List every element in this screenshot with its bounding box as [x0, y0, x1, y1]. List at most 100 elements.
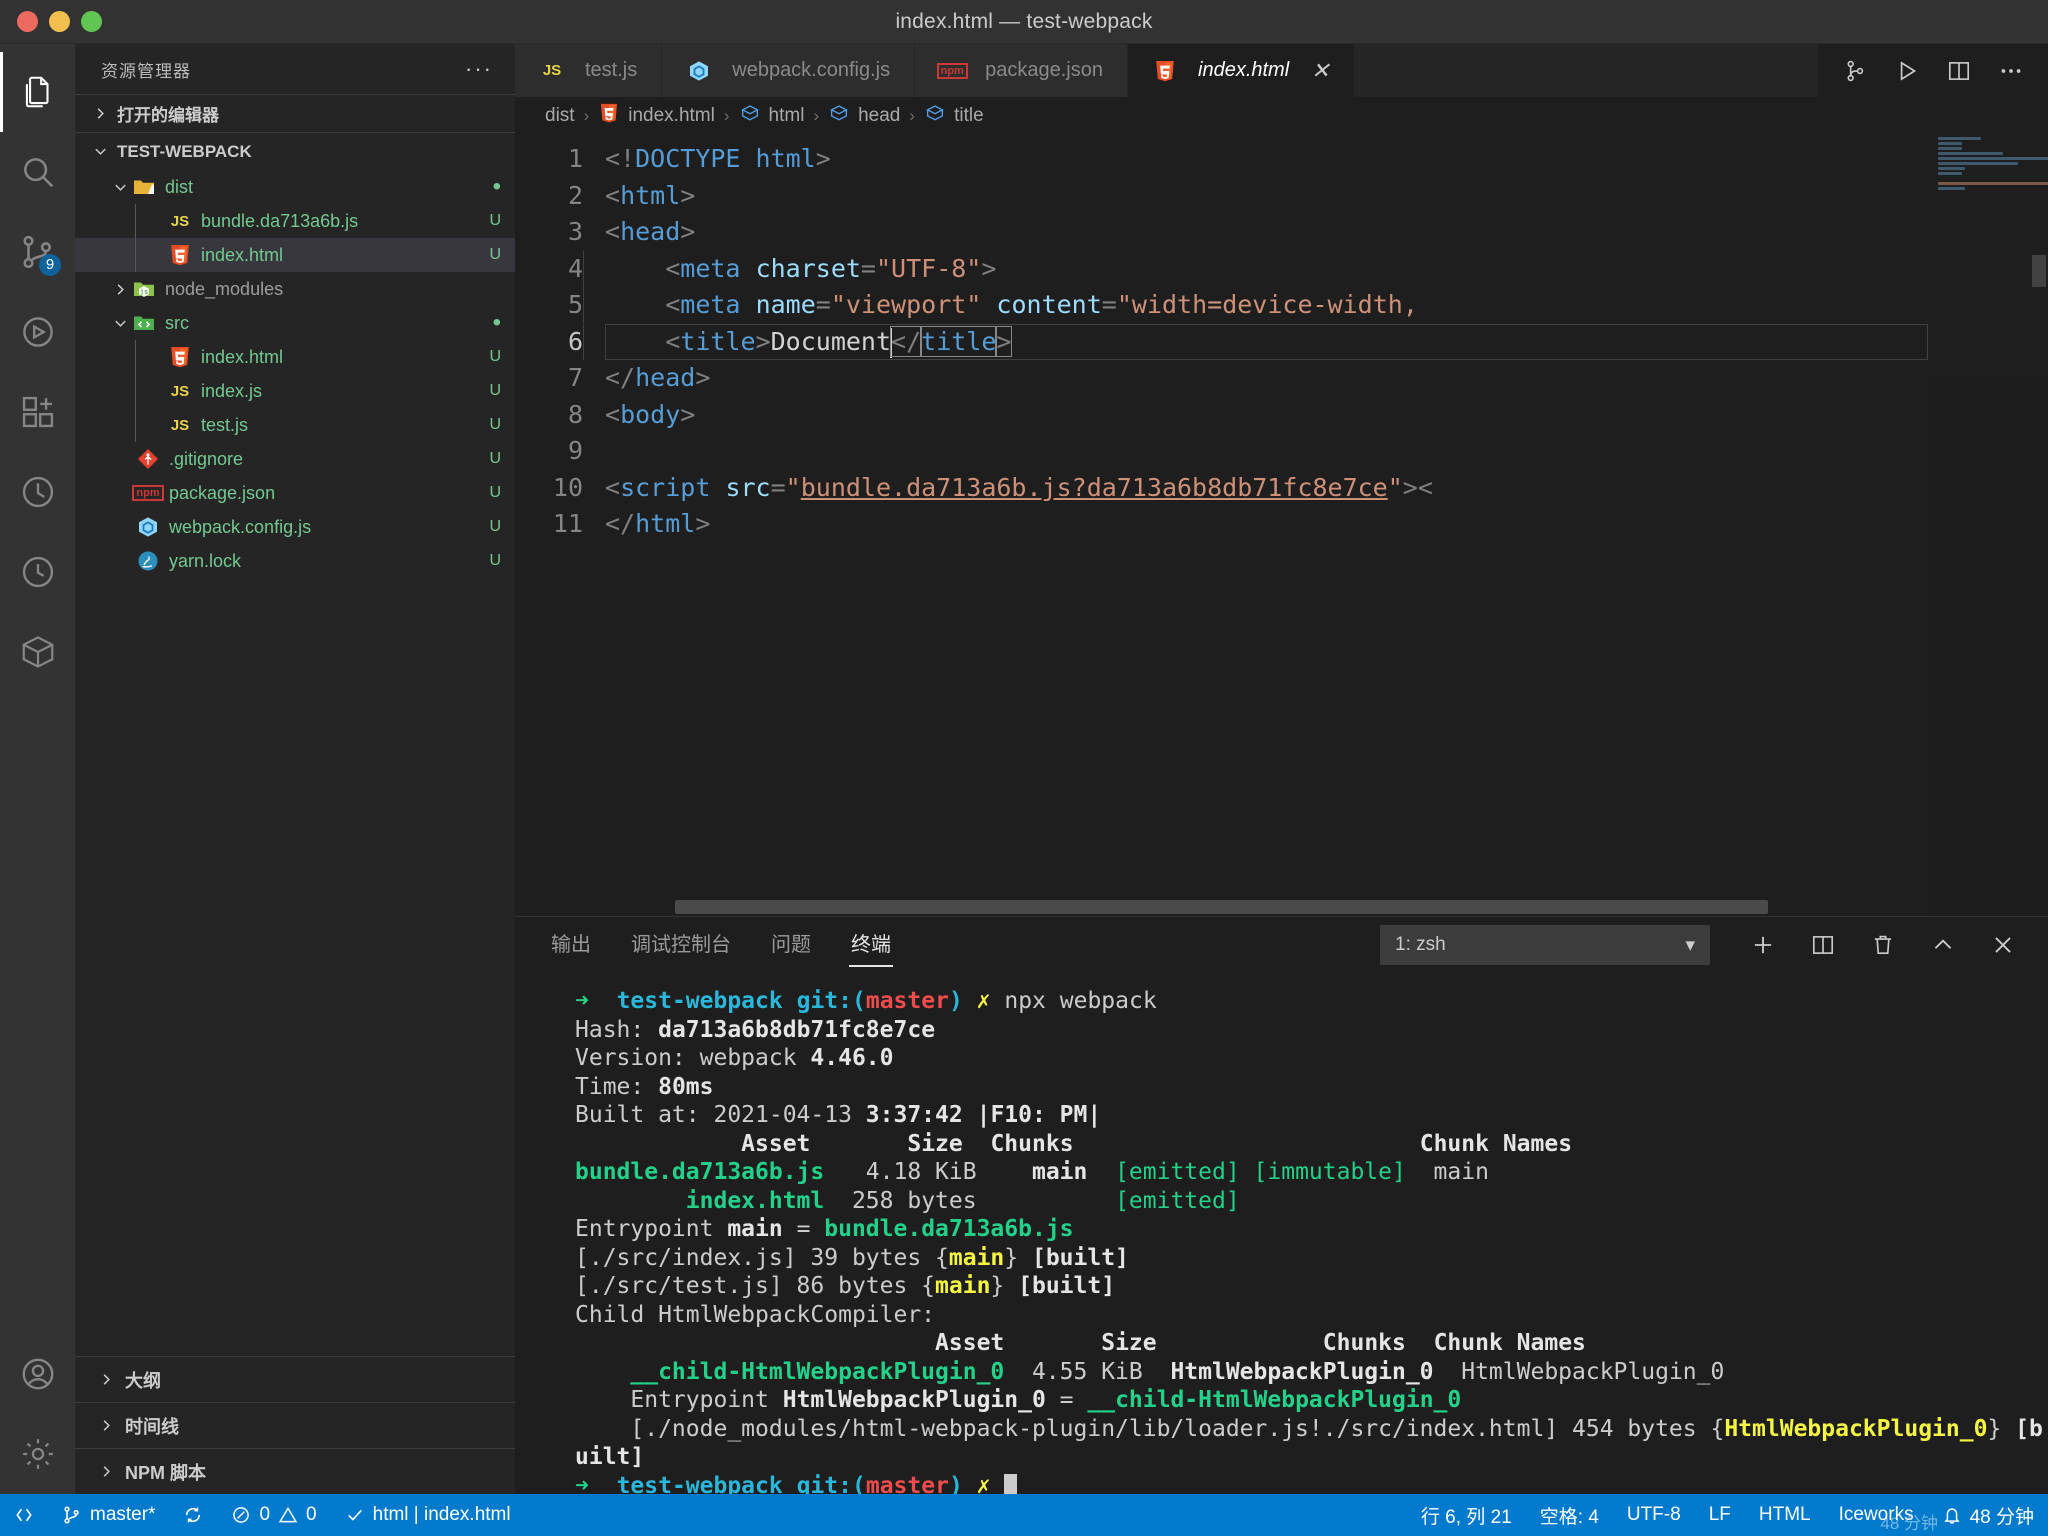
code-content[interactable]: 1 <!DOCTYPE html> 2 <html> 3 <head> 4 <meta ch… [515, 135, 1928, 543]
status-indentation[interactable]: 空格: 4 [1526, 1494, 1613, 1536]
tree-row-file-src-index-js[interactable]: JS index.js U [75, 374, 515, 408]
code-line[interactable]: 5 <meta name="viewport" content="width=d… [515, 287, 1928, 324]
tree-row-file-src-index-html[interactable]: index.html U [75, 340, 515, 374]
tab-webpack-config-js[interactable]: webpack.config.js [662, 44, 916, 97]
code-line[interactable]: 2 <html> [515, 178, 1928, 215]
status-language-mode[interactable]: HTML [1745, 1494, 1825, 1536]
breadcrumb-item-head[interactable]: head [828, 102, 900, 130]
activity-item-source-control[interactable]: 9 [0, 212, 75, 292]
run-play-icon[interactable] [1894, 58, 1920, 84]
status-notifications[interactable]: 48 分钟 [1928, 1494, 2048, 1536]
code-editor[interactable]: 1 <!DOCTYPE html> 2 <html> 3 <head> 4 <meta ch… [515, 135, 2048, 916]
activity-item-explorer[interactable] [0, 52, 75, 132]
status-eol[interactable]: LF [1695, 1494, 1745, 1536]
breadcrumb-item-dist[interactable]: dist [545, 105, 575, 127]
tree-row-file-webpack-config-js[interactable]: webpack.config.js U [75, 510, 515, 544]
section-open-editors[interactable]: 打开的编辑器 [75, 94, 515, 132]
panel-tab-output[interactable]: 输出 [549, 924, 593, 967]
code-line[interactable]: 8 <body> [515, 397, 1928, 434]
status-branch[interactable]: master* [48, 1494, 169, 1536]
terminal-selector[interactable]: 1: zsh ▾ [1380, 925, 1710, 965]
activity-item-run-and-debug[interactable] [0, 292, 75, 372]
activity-item-accounts[interactable] [0, 1334, 75, 1414]
editor-actions[interactable] [1818, 44, 2048, 97]
code-line-text[interactable]: <meta charset="UTF-8"> [583, 250, 996, 288]
activity-item-extensions[interactable] [0, 372, 75, 452]
tab-test-js[interactable]: JS test.js [515, 44, 663, 97]
status-cursor-position[interactable]: 行 6, 列 21 [1407, 1494, 1526, 1536]
code-line[interactable]: 11 </html> [515, 506, 1928, 543]
tree-row-file-yarn-lock[interactable]: yarn.lock U [75, 544, 515, 578]
code-line-text[interactable]: </html> [605, 506, 710, 543]
breadcrumb-item-html[interactable]: html [739, 102, 804, 130]
status-tasks[interactable]: html | index.html [331, 1494, 525, 1536]
code-line[interactable]: 1 <!DOCTYPE html> [515, 141, 1928, 178]
panel-tab-problems[interactable]: 问题 [769, 924, 813, 967]
code-viewport[interactable]: 1 <!DOCTYPE html> 2 <html> 3 <head> 4 <meta ch… [515, 135, 1928, 916]
code-line[interactable]: 6 <title>Document</title> [515, 323, 1928, 361]
status-sync[interactable] [169, 1494, 217, 1536]
code-line-text[interactable]: <!DOCTYPE html> [605, 141, 831, 178]
status-branch-label: master* [90, 1504, 156, 1525]
activity-item-search[interactable] [0, 132, 75, 212]
code-line-text[interactable]: <html> [605, 178, 695, 215]
code-line-text[interactable]: <script src="bundle.da713a6b.js?da713a6b… [605, 470, 1433, 507]
split-editor-icon[interactable] [1946, 58, 1972, 84]
code-line-text[interactable]: <meta name="viewport" content="width=dev… [583, 287, 1418, 324]
activity-item-remote[interactable] [0, 612, 75, 692]
editor-vertical-scrollbar[interactable] [2032, 255, 2046, 287]
breadcrumb-item-title[interactable]: title [924, 102, 984, 130]
breadcrumb[interactable]: dist › index.html › html › head › title [515, 97, 2048, 135]
sidebar-more-actions-icon[interactable]: ··· [465, 56, 493, 82]
check-icon [345, 1505, 365, 1525]
close-tab-icon[interactable]: ✕ [1311, 58, 1329, 84]
tree-row-file-dist-index-html[interactable]: index.html U [75, 238, 515, 272]
section-timeline[interactable]: 时间线 [75, 1402, 515, 1448]
more-actions-icon[interactable] [1998, 58, 2024, 84]
new-terminal-icon[interactable] [1750, 932, 1776, 958]
code-line-text[interactable]: <body> [605, 397, 695, 434]
code-line[interactable]: 9 [515, 433, 1928, 470]
section-npm-scripts[interactable]: NPM 脚本 [75, 1448, 515, 1494]
code-line-text[interactable]: </head> [605, 360, 710, 397]
panel-tab-debug-console[interactable]: 调试控制台 [629, 924, 733, 967]
tree-row-file-src-test-js[interactable]: JS test.js U [75, 408, 515, 442]
status-problems[interactable]: 0 0 [217, 1494, 330, 1536]
editor-tab-bar[interactable]: JS test.js webpack.config.js npm package… [515, 44, 2048, 97]
activity-item-settings[interactable] [0, 1414, 75, 1494]
tab-index-html[interactable]: index.html ✕ [1128, 44, 1355, 97]
section-outline[interactable]: 大纲 [75, 1356, 515, 1402]
split-compare-icon[interactable] [1842, 58, 1868, 84]
code-line-text[interactable]: <head> [605, 214, 695, 251]
tree-row-folder-dist[interactable]: dist • [75, 170, 515, 204]
status-encoding[interactable]: UTF-8 [1613, 1494, 1695, 1536]
tree-row-folder-node-modules[interactable]: js node_modules [75, 272, 515, 306]
split-terminal-icon[interactable] [1810, 932, 1836, 958]
tree-row-folder-src[interactable]: src • [75, 306, 515, 340]
status-remote-indicator[interactable] [0, 1494, 48, 1536]
editor-minimap[interactable] [1928, 135, 2048, 916]
panel-actions[interactable] [1750, 932, 2026, 958]
activity-item-testing[interactable] [0, 452, 75, 532]
tree-row-file-package-json[interactable]: npm package.json U [75, 476, 515, 510]
maximize-panel-icon[interactable] [1930, 932, 1956, 958]
code-line[interactable]: 3 <head> [515, 214, 1928, 251]
tab-package-json[interactable]: npm package.json [915, 44, 1128, 97]
code-line[interactable]: 10 <script src="bundle.da713a6b.js?da713a… [515, 470, 1928, 507]
kill-terminal-icon[interactable] [1870, 932, 1896, 958]
panel-tabs[interactable]: 输出 调试控制台 问题 终端 [549, 924, 893, 967]
tree-row-file-bundle-js[interactable]: JS bundle.da713a6b.js U [75, 204, 515, 238]
close-panel-icon[interactable] [1990, 932, 2016, 958]
editor-horizontal-scrollbar[interactable] [675, 900, 1768, 914]
breadcrumb-item-index-html[interactable]: index.html [598, 102, 715, 130]
panel-tab-terminal[interactable]: 终端 [849, 924, 893, 967]
tree-row-file-gitignore[interactable]: .gitignore U [75, 442, 515, 476]
file-tree[interactable]: dist • JS bundle.da713a6b.js U index.htm… [75, 170, 515, 1356]
terminal-output[interactable]: ➜ test-webpack git:(master) ✗ npx webpac… [515, 973, 2048, 1494]
code-line[interactable]: 4 <meta charset="UTF-8"> [515, 250, 1928, 288]
section-project-root[interactable]: TEST-WEBPACK [75, 132, 515, 170]
activity-bar[interactable]: 9 [0, 44, 75, 1494]
code-line[interactable]: 7 </head> [515, 360, 1928, 397]
activity-item-timeline[interactable] [0, 532, 75, 612]
status-bar[interactable]: master* 0 0 html | index.html 行 6, 列 21 … [0, 1494, 2048, 1536]
